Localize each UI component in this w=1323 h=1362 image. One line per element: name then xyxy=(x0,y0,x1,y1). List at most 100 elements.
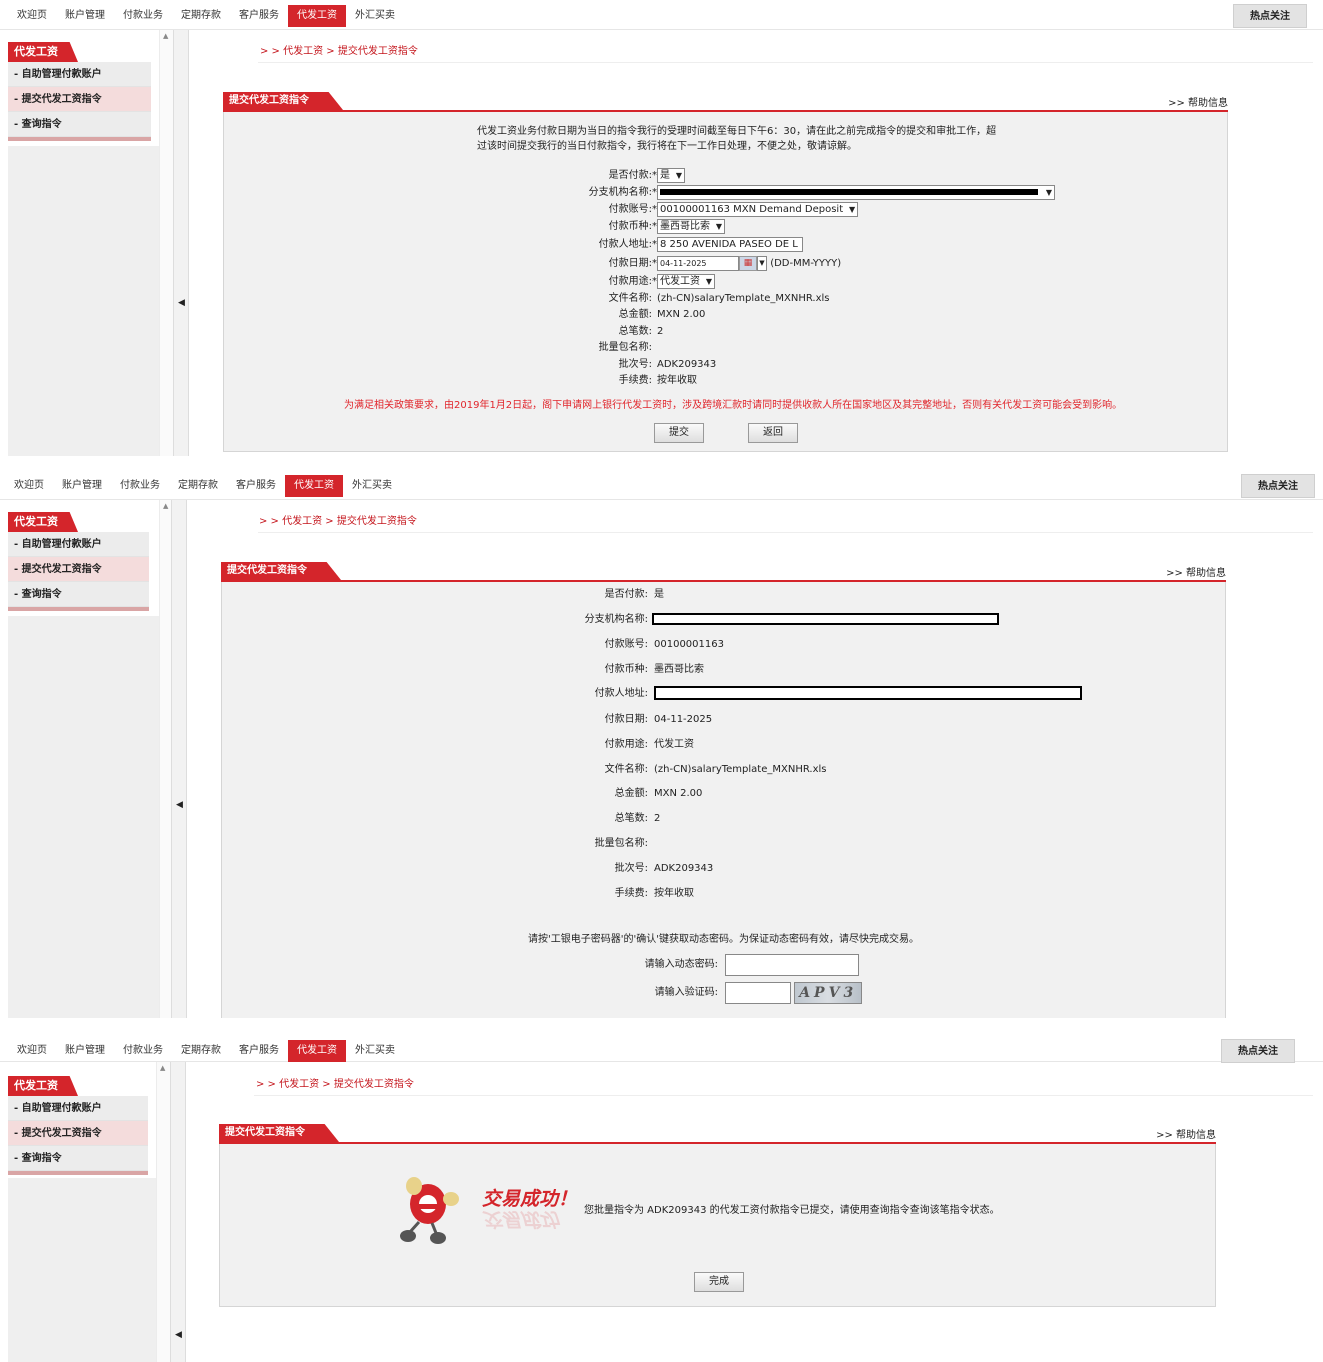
sidebar-background xyxy=(8,146,159,456)
done-button[interactable]: 完成 xyxy=(694,1272,744,1292)
value-purpose: 代发工资 xyxy=(654,739,694,750)
row-fee: 手续费: 按年收取 xyxy=(224,373,1229,389)
help-link[interactable]: >> 帮助信息 xyxy=(1166,564,1226,579)
date-input[interactable]: 04-11-2025 xyxy=(657,256,739,271)
panel-header: 提交代发工资指令 >> 帮助信息 xyxy=(219,1124,1216,1144)
nav-time-deposit[interactable]: 定期存款 xyxy=(169,475,227,497)
sidebar-collapse-bar[interactable]: ◀ xyxy=(171,500,187,1018)
row-date: 付款日期: 04-11-2025 xyxy=(222,712,1227,728)
label-branch: 分支机构名称: xyxy=(588,187,652,198)
value-total: MXN 2.00 xyxy=(654,788,703,799)
sidebar-item-manage-accounts[interactable]: - 自助管理付款账户 xyxy=(8,532,149,557)
nav-time-deposit[interactable]: 定期存款 xyxy=(172,1040,230,1062)
chevron-down-icon[interactable]: ▼ xyxy=(757,256,767,271)
captcha-image[interactable]: APV3 xyxy=(794,982,863,1004)
panel-header: 提交代发工资指令 >> 帮助信息 xyxy=(223,92,1228,112)
nav-customer-service[interactable]: 客户服务 xyxy=(227,475,285,497)
is-payment-select[interactable]: 是 ▼ xyxy=(657,168,685,183)
sidebar-title: 代发工资 xyxy=(8,38,151,62)
row-purpose: 付款用途: 代发工资 xyxy=(222,737,1227,753)
hot-topics-button[interactable]: 热点关注 xyxy=(1221,1039,1295,1063)
address-input[interactable]: 8 250 AVENIDA PASEO DE L xyxy=(657,237,803,252)
hot-topics-button[interactable]: 热点关注 xyxy=(1241,474,1315,498)
nav-payroll[interactable]: 代发工资 xyxy=(288,1040,346,1062)
hot-topics-button[interactable]: 热点关注 xyxy=(1233,4,1307,28)
scroll-up-icon[interactable]: ▲ xyxy=(163,32,168,40)
nav-payment-business[interactable]: 付款业务 xyxy=(114,5,172,27)
sidebar: 代发工资 - 自助管理付款账户 - 提交代发工资指令 - 查询指令 xyxy=(8,38,151,141)
sidebar-item-manage-accounts[interactable]: - 自助管理付款账户 xyxy=(8,62,151,87)
value-batch-no: ADK209343 xyxy=(657,359,717,370)
value-currency: 墨西哥比索 xyxy=(654,664,704,675)
account-select[interactable]: 00100001163 MXN Demand Deposit ▼ xyxy=(657,202,859,217)
collapse-arrow-icon[interactable]: ◀ xyxy=(178,298,185,308)
collapse-arrow-icon[interactable]: ◀ xyxy=(175,1330,182,1340)
row-address: 付款人地址: * 8 250 AVENIDA PASEO DE L xyxy=(224,237,1229,253)
sidebar-item-query[interactable]: - 查询指令 xyxy=(8,1146,148,1171)
sidebar-item-manage-accounts[interactable]: - 自助管理付款账户 xyxy=(8,1096,148,1121)
panel-title: 提交代发工资指令 xyxy=(223,92,343,110)
label-currency: 付款币种: xyxy=(608,221,652,232)
label-total: 总金额: xyxy=(614,788,648,799)
otp-input[interactable] xyxy=(725,954,859,976)
currency-select[interactable]: 墨西哥比索 ▼ xyxy=(657,219,725,234)
sidebar-collapse-bar[interactable]: ◀ xyxy=(170,1062,186,1362)
scroll-up-icon[interactable]: ▲ xyxy=(163,502,168,510)
row-otp: 请输入动态密码: xyxy=(222,954,1227,976)
nav-payroll[interactable]: 代发工资 xyxy=(285,475,343,497)
row-is-payment: 是否付款: 是 xyxy=(222,587,1227,603)
sidebar-title: 代发工资 xyxy=(8,1072,148,1096)
sidebar-item-query[interactable]: - 查询指令 xyxy=(8,112,151,137)
label-batch-no: 批次号: xyxy=(614,863,648,874)
row-batch-no: 批次号: ADK209343 xyxy=(222,861,1227,877)
label-date: 付款日期: xyxy=(608,258,652,269)
sidebar-item-submit-payroll[interactable]: - 提交代发工资指令 xyxy=(8,1121,148,1146)
collapse-arrow-icon[interactable]: ◀ xyxy=(176,800,183,810)
back-button[interactable]: 返回 xyxy=(748,423,798,443)
nav-forex[interactable]: 外汇买卖 xyxy=(346,5,404,27)
row-count: 总笔数: 2 xyxy=(222,811,1227,827)
label-batch-name: 批量包名称: xyxy=(598,342,652,353)
nav-account-management[interactable]: 账户管理 xyxy=(56,1040,114,1062)
sidebar-scrollbar[interactable]: ▲ xyxy=(156,1062,170,1362)
label-filename: 文件名称: xyxy=(604,764,648,775)
calendar-icon[interactable]: ▦ xyxy=(739,256,757,271)
captcha-input[interactable] xyxy=(725,982,791,1004)
help-link[interactable]: >> 帮助信息 xyxy=(1168,94,1228,109)
sidebar-scrollbar[interactable]: ▲ xyxy=(159,30,173,456)
label-batch-no: 批次号: xyxy=(618,359,652,370)
nav-welcome[interactable]: 欢迎页 xyxy=(5,475,53,497)
label-address: 付款人地址: xyxy=(598,239,652,250)
sidebar-collapse-bar[interactable]: ◀ xyxy=(173,30,189,456)
sidebar-item-query[interactable]: - 查询指令 xyxy=(8,582,149,607)
branch-select[interactable]: ▼ xyxy=(657,185,1055,200)
redacted-value xyxy=(652,613,999,625)
nav-account-management[interactable]: 账户管理 xyxy=(56,5,114,27)
sidebar-item-submit-payroll[interactable]: - 提交代发工资指令 xyxy=(8,87,151,112)
nav-forex[interactable]: 外汇买卖 xyxy=(343,475,401,497)
nav-payroll[interactable]: 代发工资 xyxy=(288,5,346,27)
nav-welcome[interactable]: 欢迎页 xyxy=(8,5,56,27)
help-link[interactable]: >> 帮助信息 xyxy=(1156,1126,1216,1141)
nav-account-management[interactable]: 账户管理 xyxy=(53,475,111,497)
submit-button[interactable]: 提交 xyxy=(654,423,704,443)
nav-payment-business[interactable]: 付款业务 xyxy=(114,1040,172,1062)
label-purpose: 付款用途: xyxy=(604,739,648,750)
sidebar-item-submit-payroll[interactable]: - 提交代发工资指令 xyxy=(8,557,149,582)
label-otp: 请输入动态密码: xyxy=(644,959,718,970)
nav-payment-business[interactable]: 付款业务 xyxy=(111,475,169,497)
label-is-payment: 是否付款: xyxy=(608,170,652,181)
row-batch-no: 批次号: ADK209343 xyxy=(224,357,1229,373)
scroll-up-icon[interactable]: ▲ xyxy=(160,1064,165,1072)
value-account: 00100001163 xyxy=(654,639,724,650)
nav-customer-service[interactable]: 客户服务 xyxy=(230,5,288,27)
purpose-select[interactable]: 代发工资 ▼ xyxy=(657,274,715,289)
nav-customer-service[interactable]: 客户服务 xyxy=(230,1040,288,1062)
row-count: 总笔数: 2 xyxy=(224,324,1229,340)
success-message: 您批量指令为 ADK209343 的代发工资付款指令已提交，请使用查询指令查询该… xyxy=(584,1205,1000,1216)
nav-forex[interactable]: 外汇买卖 xyxy=(346,1040,404,1062)
label-account: 付款账号: xyxy=(608,204,652,215)
nav-time-deposit[interactable]: 定期存款 xyxy=(172,5,230,27)
nav-welcome[interactable]: 欢迎页 xyxy=(8,1040,56,1062)
label-address: 付款人地址: xyxy=(594,688,648,699)
